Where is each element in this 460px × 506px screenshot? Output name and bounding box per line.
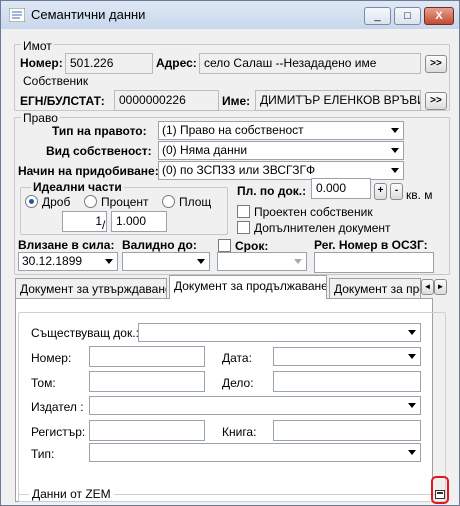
chevron-down-icon <box>294 259 302 264</box>
reg-number-label: Рег. Номер в ОСЗГ: <box>314 238 428 252</box>
register-label: Регистър: <box>31 425 86 439</box>
radio-percent-label: Процент <box>101 195 149 209</box>
zem-legend: Данни от ZEM <box>29 487 114 501</box>
radio-area[interactable] <box>162 195 175 208</box>
issuer-label: Издател : <box>31 400 84 414</box>
valid-to-select[interactable] <box>122 252 210 271</box>
doc-number-label: Номер: <box>31 351 72 365</box>
book-label: Книга: <box>222 425 257 439</box>
reg-number-field[interactable] <box>314 252 434 273</box>
minimize-button[interactable]: _ <box>364 7 391 25</box>
window-title: Семантични данни <box>31 7 146 22</box>
doc-date-label: Дата: <box>222 351 252 365</box>
area-doc-field[interactable]: 0.000 <box>311 178 371 199</box>
doc-type-label: Тип: <box>31 447 55 461</box>
egn-field[interactable]: 0000000226 <box>114 90 219 111</box>
doc-volume-label: Том: <box>31 376 56 390</box>
area-minus-button[interactable]: - <box>390 183 403 200</box>
area-plus-button[interactable]: + <box>374 183 387 200</box>
tab-extension-document[interactable]: Документ за продължаване <box>169 275 327 299</box>
tab-scroll-left-button[interactable]: ◄ <box>421 279 434 295</box>
denominator-field[interactable]: 1.000 <box>111 211 167 232</box>
right-type-select[interactable]: (1) Право на собственост <box>158 121 404 140</box>
chevron-down-icon <box>391 168 399 173</box>
name-label: Име: <box>222 94 251 108</box>
window: Семантични данни _ □ X Имот Номер: 501.2… <box>0 0 460 506</box>
title-bar[interactable]: Семантични данни _ □ X <box>1 1 459 29</box>
chevron-down-icon <box>408 354 416 359</box>
area-unit: кв. м <box>406 188 433 202</box>
doc-volume-field[interactable] <box>89 371 205 392</box>
ownership-kind-label: Вид собственост: <box>46 144 152 158</box>
address-field[interactable]: село Салаш --Незададено име <box>199 53 421 74</box>
ownership-kind-select[interactable]: (0) Няма данни <box>158 141 404 160</box>
close-button[interactable]: X <box>424 7 454 25</box>
tab-third-document[interactable]: Документ за пре <box>329 278 421 298</box>
radio-percent[interactable] <box>84 195 97 208</box>
doc-number-field[interactable] <box>89 346 205 367</box>
name-more-button[interactable]: >> <box>425 92 447 110</box>
register-field[interactable] <box>89 420 205 441</box>
term-label: Срок: <box>235 239 269 253</box>
valid-from-label: Влизане в сила: <box>18 238 115 252</box>
radio-fraction-label: Дроб <box>42 195 71 209</box>
fraction-slash: / <box>102 218 106 232</box>
valid-to-label: Валидно до: <box>122 238 197 252</box>
issuer-select[interactable] <box>89 396 421 415</box>
area-doc-label: Пл. по док.: <box>237 184 307 198</box>
chevron-down-icon <box>105 259 113 264</box>
chevron-down-icon <box>408 403 416 408</box>
ideal-parts-legend: Идеални части <box>31 180 124 194</box>
zem-expand-icon[interactable] <box>435 490 445 499</box>
number-label: Номер: <box>20 56 63 70</box>
right-type-label: Тип на правото: <box>52 124 147 138</box>
term-checkbox[interactable] <box>218 239 231 252</box>
radio-area-label: Площ <box>179 195 212 209</box>
egn-label: ЕГН/БУЛСТАТ: <box>20 94 105 108</box>
numerator-field[interactable]: 1 <box>62 211 107 232</box>
tab-scroll-right-button[interactable]: ► <box>434 279 447 295</box>
extra-document-checkbox[interactable] <box>237 221 250 234</box>
doc-type-select[interactable] <box>89 443 421 462</box>
number-field[interactable]: 501.226 <box>65 53 153 74</box>
chevron-down-icon <box>197 259 205 264</box>
term-select[interactable] <box>217 252 307 271</box>
valid-from-select[interactable]: 30.12.1899 <box>18 252 118 271</box>
name-field[interactable]: ДИМИТЪР ЕЛЕНКОВ ВРЪВИНОВ <box>255 90 421 111</box>
chevron-down-icon <box>408 450 416 455</box>
maximize-button[interactable]: □ <box>394 7 421 25</box>
doc-date-select[interactable] <box>273 347 421 366</box>
projected-owner-checkbox[interactable] <box>237 205 250 218</box>
chevron-down-icon <box>391 128 399 133</box>
address-label: Адрес: <box>156 56 197 70</box>
existing-doc-select[interactable] <box>138 323 421 342</box>
address-more-button[interactable]: >> <box>425 55 447 73</box>
doc-case-field[interactable] <box>273 371 421 392</box>
extra-document-label: Допълнителен документ <box>254 221 391 235</box>
book-field[interactable] <box>273 420 421 441</box>
existing-doc-label: Съществуващ док.: <box>31 326 139 340</box>
doc-case-label: Дело: <box>222 376 254 390</box>
projected-owner-label: Проектен собственик <box>254 205 373 219</box>
tab-approval-document[interactable]: Документ за утвърждаване <box>15 278 167 298</box>
chevron-down-icon <box>391 148 399 153</box>
chevron-down-icon <box>408 330 416 335</box>
app-icon <box>9 8 25 22</box>
owner-legend: Собственик <box>21 74 91 88</box>
right-legend: Право <box>21 111 60 125</box>
imot-legend: Имот <box>21 39 54 53</box>
acquisition-label: Начин на придобиване: <box>18 164 159 178</box>
radio-fraction[interactable] <box>25 195 38 208</box>
